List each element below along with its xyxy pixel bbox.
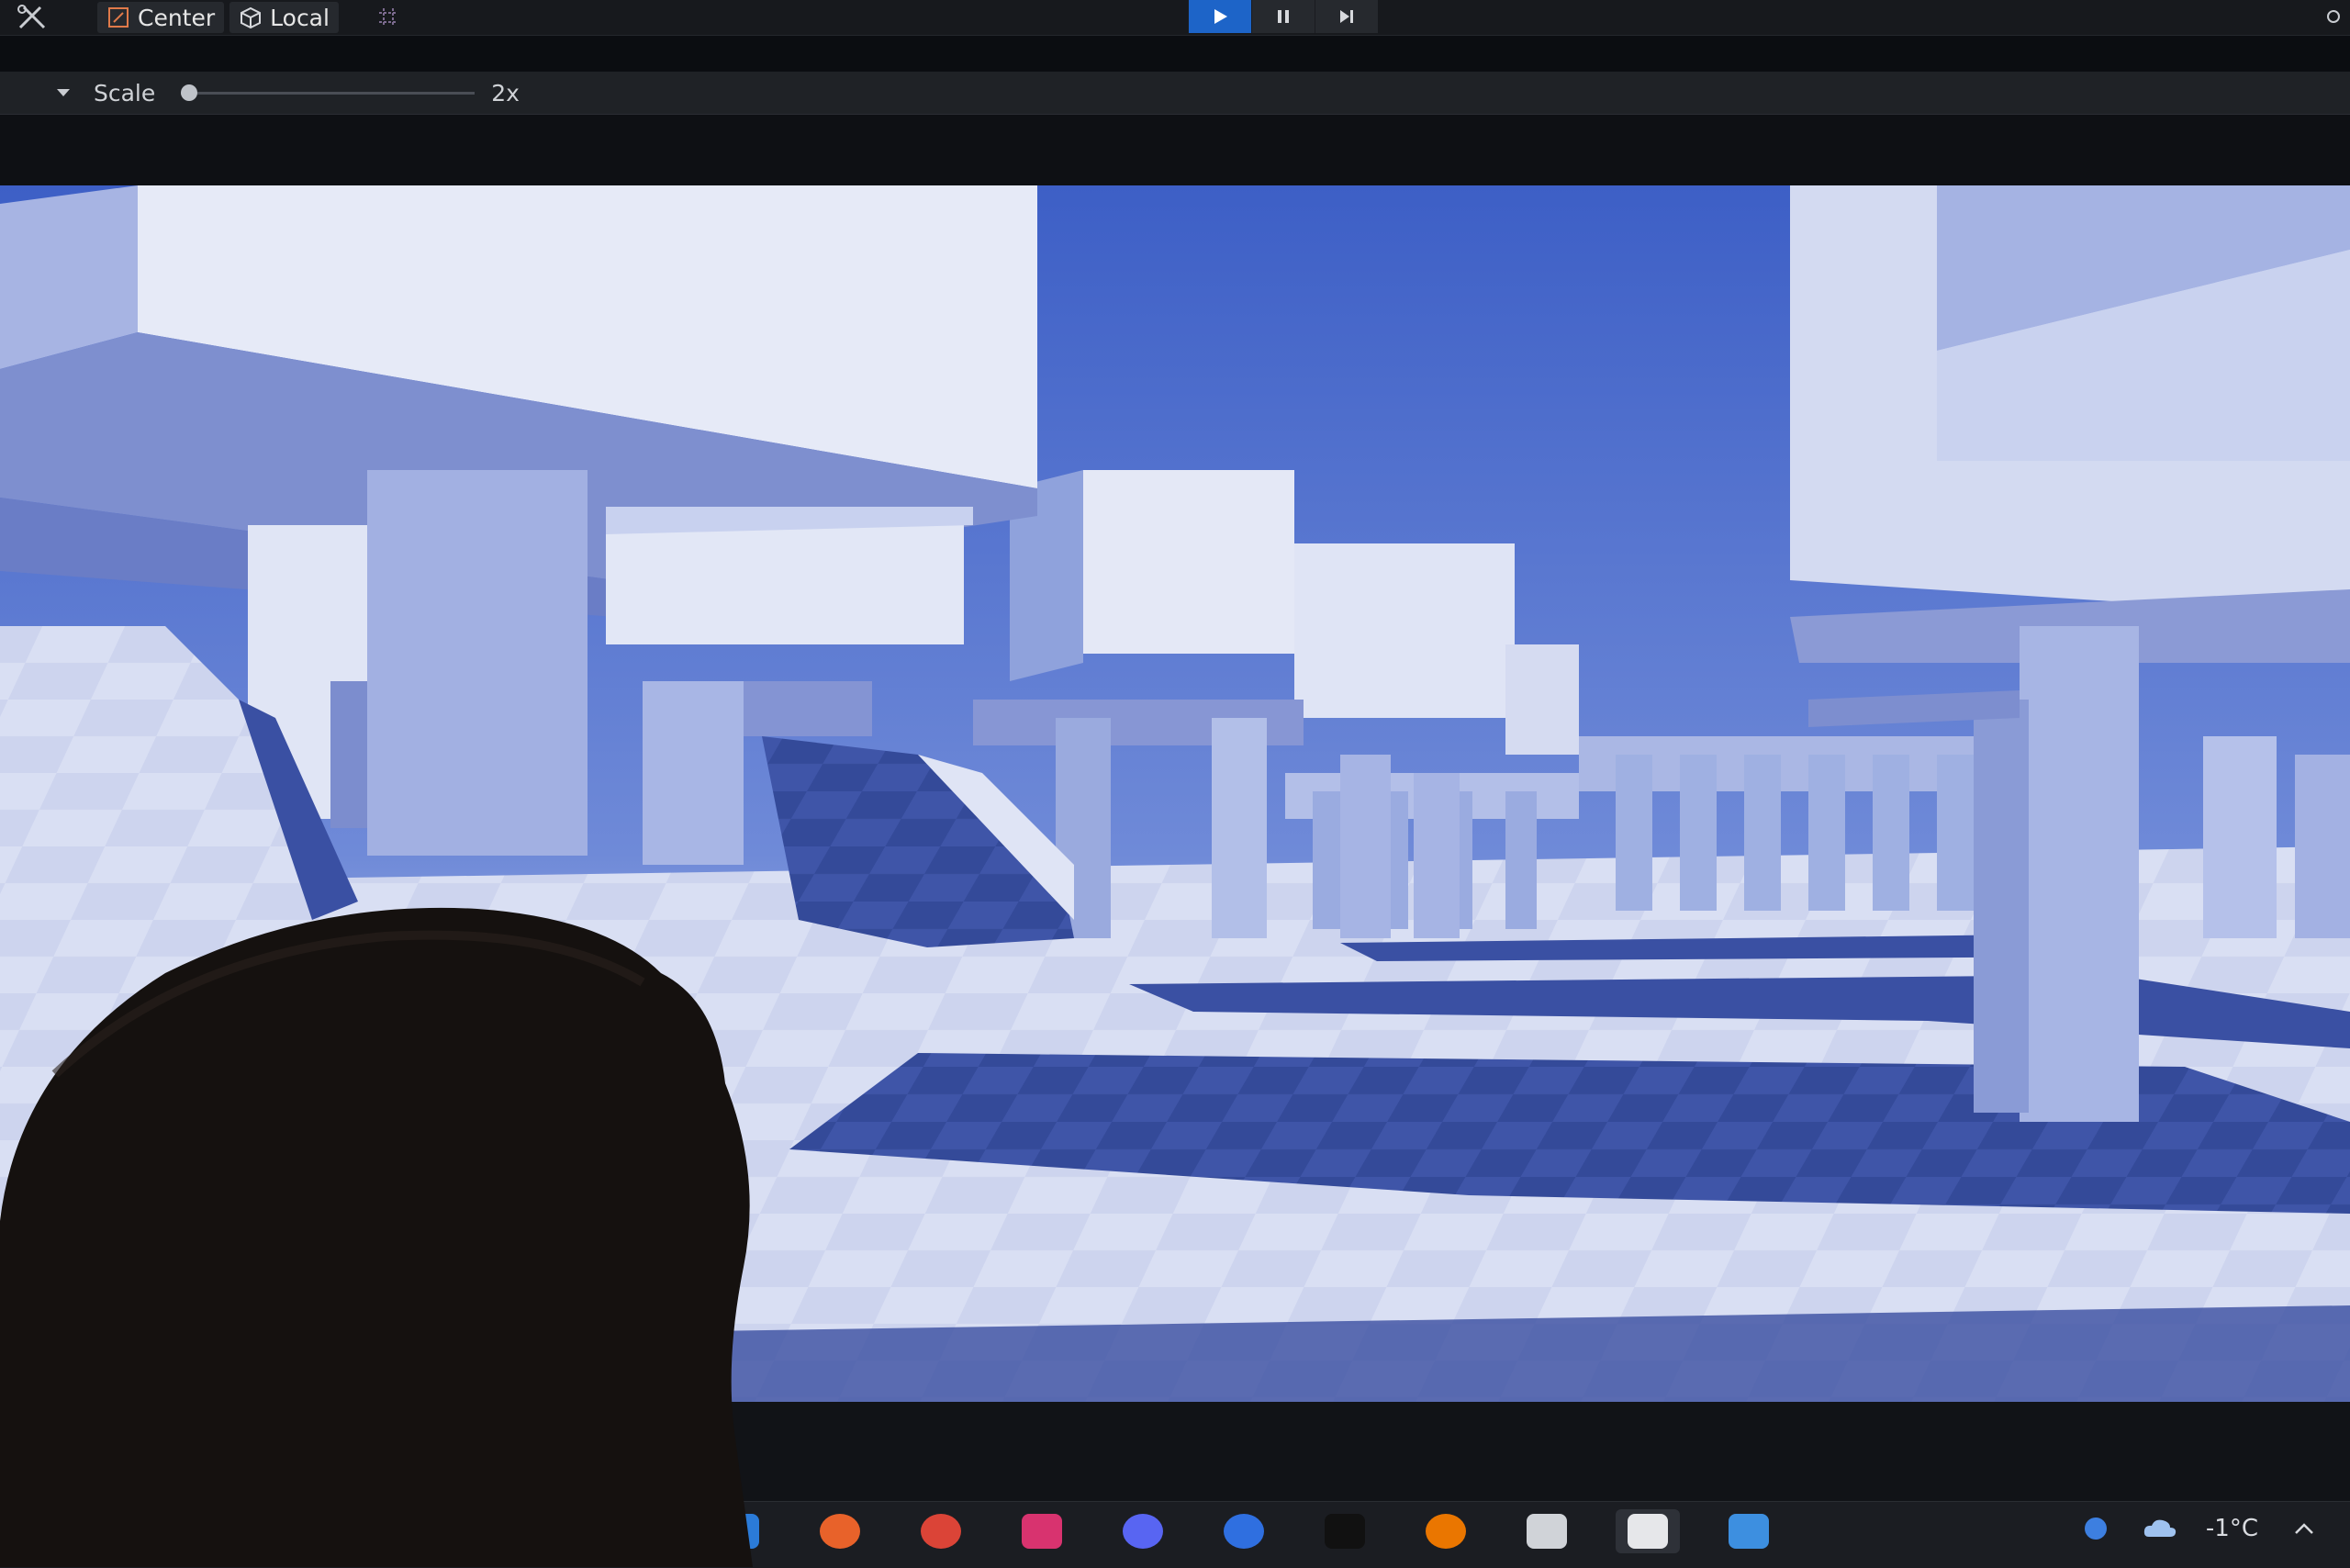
search-text: sage [4, 1523, 52, 1546]
pause-button[interactable] [1251, 0, 1315, 33]
scale-label: Scale [94, 79, 156, 106]
weather-temperature: -1°C [2205, 1515, 2258, 1542]
step-button[interactable] [1315, 0, 1378, 33]
creative-cloud-icon[interactable] [1010, 1509, 1074, 1553]
taskbar-search-input[interactable]: sage [0, 1502, 105, 1546]
viewport-bottom-band [0, 1402, 2350, 1501]
space-local-button[interactable]: Local [229, 2, 339, 33]
blender-icon[interactable] [1414, 1509, 1478, 1553]
unity-icon[interactable] [1616, 1509, 1680, 1553]
scale-slider[interactable] [181, 82, 476, 104]
scale-slider-thumb[interactable] [181, 84, 198, 101]
tools-icon[interactable] [17, 2, 51, 33]
taskbar-apps [707, 1509, 1781, 1553]
chevron-up-icon[interactable] [2286, 1515, 2322, 1542]
atom-icon[interactable] [1212, 1509, 1276, 1553]
game-view-bar: Scale 2x [0, 72, 2350, 115]
photos-icon[interactable] [1717, 1509, 1781, 1553]
os-taskbar: sage -1°C [0, 1501, 2350, 1568]
chrome-icon[interactable] [909, 1509, 973, 1553]
firefox-icon[interactable] [808, 1509, 872, 1553]
pivot-center-button[interactable]: Center [97, 2, 225, 33]
game-viewport[interactable] [0, 185, 2350, 1402]
playmode-controls [1188, 0, 1378, 33]
system-tray: -1°C [2077, 1515, 2322, 1542]
grid-snap-icon[interactable] [372, 2, 405, 33]
play-button[interactable] [1188, 0, 1251, 33]
discord-icon[interactable] [1111, 1509, 1175, 1553]
scale-slider-track [181, 92, 476, 95]
chevron-down-icon[interactable] [55, 82, 77, 104]
cube-icon [241, 6, 262, 29]
step-icon [1340, 10, 1353, 23]
netflix-icon[interactable] [1313, 1509, 1377, 1553]
unity-hub-icon[interactable] [1515, 1509, 1579, 1553]
viewport-top-band [0, 115, 2350, 185]
pivot-icon [108, 7, 129, 28]
weather-cloud-icon[interactable] [2142, 1515, 2178, 1542]
space-label: Local [270, 4, 330, 31]
scale-value: 2x [491, 79, 520, 106]
pause-icon [1278, 10, 1289, 23]
pivot-label: Center [138, 4, 216, 31]
play-icon [1214, 9, 1227, 24]
help-icon[interactable] [2077, 1515, 2114, 1542]
editor-toolbar: Center Local [0, 0, 2350, 36]
layout-settings-icon[interactable] [2317, 0, 2350, 33]
mail-icon[interactable] [707, 1509, 771, 1553]
